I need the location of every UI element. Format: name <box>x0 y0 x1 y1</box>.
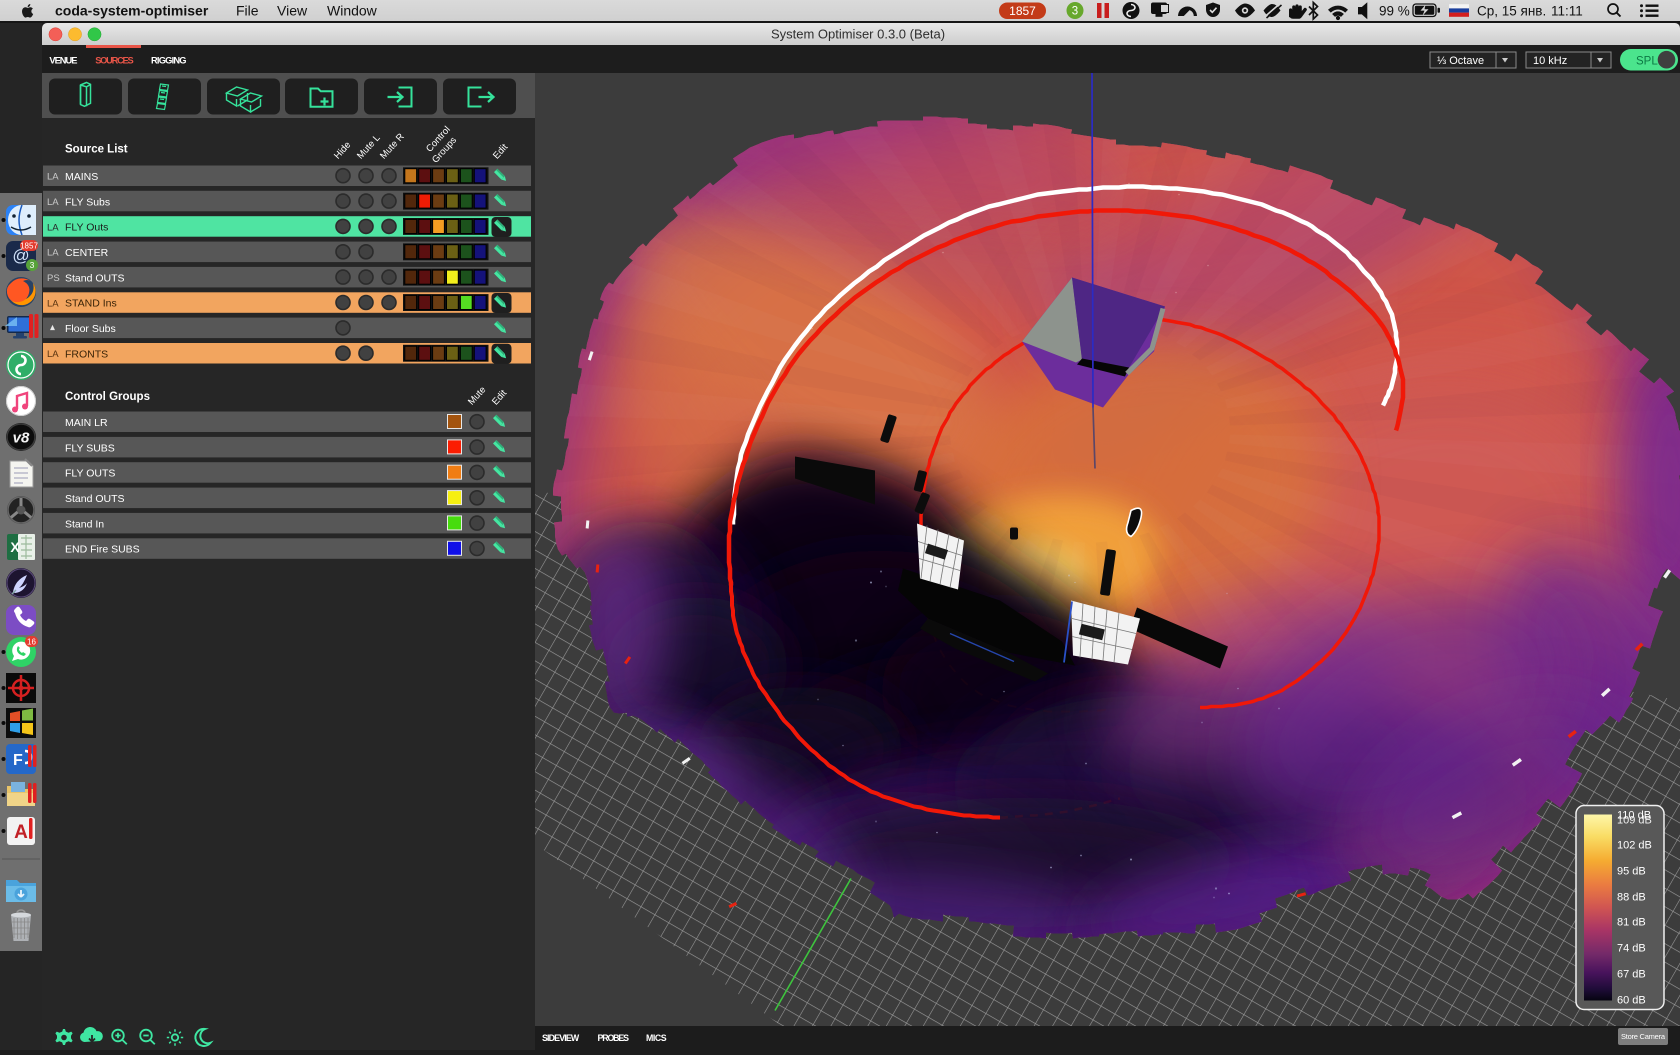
svg-text:⅓ Octave: ⅓ Octave <box>1437 55 1484 67</box>
svg-text:109 dB: 109 dB <box>1617 814 1652 826</box>
svg-text:Hide: Hide <box>332 139 353 161</box>
svg-text:LA: LA <box>47 298 59 309</box>
svg-text:LA: LA <box>47 247 59 258</box>
svg-text:SIDEVIEW: SIDEVIEW <box>542 1033 580 1043</box>
svg-text:PS: PS <box>47 273 60 284</box>
svg-text:STAND Ins: STAND Ins <box>65 297 117 309</box>
svg-text:88 dB: 88 dB <box>1617 891 1646 903</box>
svg-text:LA: LA <box>47 222 59 233</box>
svg-text:60 dB: 60 dB <box>1617 994 1646 1006</box>
svg-text:Mute L: Mute L <box>355 132 383 161</box>
svg-text:VENUE: VENUE <box>49 56 77 66</box>
svg-text:Mute: Mute <box>466 384 488 407</box>
svg-text:Store Camera: Store Camera <box>1621 1032 1666 1041</box>
svg-text:MICS: MICS <box>646 1033 667 1043</box>
svg-text:81 dB: 81 dB <box>1617 916 1646 928</box>
svg-text:3: 3 <box>30 260 35 270</box>
svg-text:FLY SUBS: FLY SUBS <box>65 442 115 454</box>
svg-text:11:11: 11:11 <box>1551 4 1583 19</box>
svg-text:F: F <box>13 752 23 769</box>
svg-text:FRONTS: FRONTS <box>65 348 108 360</box>
svg-text:95 dB: 95 dB <box>1617 865 1646 877</box>
svg-text:System Optimiser 0.3.0 (Beta): System Optimiser 0.3.0 (Beta) <box>771 27 945 42</box>
svg-text:MAINS: MAINS <box>65 170 98 182</box>
svg-text:74 dB: 74 dB <box>1617 942 1646 954</box>
svg-text:3: 3 <box>1072 6 1078 18</box>
svg-text:v8: v8 <box>13 430 30 447</box>
svg-text:102 dB: 102 dB <box>1617 839 1652 851</box>
svg-text:10 kHz: 10 kHz <box>1533 55 1567 67</box>
svg-text:CENTER: CENTER <box>65 247 109 259</box>
svg-text:File: File <box>236 3 259 19</box>
svg-text:View: View <box>277 3 308 19</box>
svg-text:1857: 1857 <box>1009 4 1036 18</box>
svg-text:Mute R: Mute R <box>378 131 407 161</box>
svg-text:LA: LA <box>47 197 59 208</box>
svg-text:99 %: 99 % <box>1379 4 1410 19</box>
svg-text:RIGGING: RIGGING <box>151 56 187 66</box>
svg-text:Stand OUTS: Stand OUTS <box>65 272 125 284</box>
svg-text:Ср, 15 янв.: Ср, 15 янв. <box>1477 4 1546 19</box>
svg-text:Edit: Edit <box>491 141 510 161</box>
svg-text:FLY Outs: FLY Outs <box>65 221 108 233</box>
svg-text:Stand OUTS: Stand OUTS <box>65 492 125 504</box>
svg-text:LA: LA <box>47 349 59 360</box>
svg-text:X: X <box>10 539 20 555</box>
svg-text:16: 16 <box>27 638 36 647</box>
svg-text:PROBES: PROBES <box>598 1033 630 1043</box>
svg-text:67 dB: 67 dB <box>1617 968 1646 980</box>
svg-text:Control Groups: Control Groups <box>65 391 150 403</box>
svg-text:END Fire SUBS: END Fire SUBS <box>65 543 140 555</box>
svg-text:FLY OUTS: FLY OUTS <box>65 467 115 479</box>
svg-text:Stand In: Stand In <box>65 518 104 530</box>
svg-text:MAIN LR: MAIN LR <box>65 416 108 428</box>
svg-text:coda-system-optimiser: coda-system-optimiser <box>55 3 209 19</box>
svg-text:LA: LA <box>47 171 59 182</box>
svg-text:1857: 1857 <box>20 242 38 251</box>
svg-text:Floor Subs: Floor Subs <box>65 323 116 335</box>
svg-text:Window: Window <box>327 3 378 19</box>
svg-text:FLY Subs: FLY Subs <box>65 196 110 208</box>
svg-text:Edit: Edit <box>490 387 509 407</box>
svg-text:Source List: Source List <box>65 143 128 155</box>
svg-text:SOURCES: SOURCES <box>95 56 134 66</box>
svg-text:A: A <box>14 822 28 843</box>
svg-text:SPL: SPL <box>1636 56 1658 68</box>
